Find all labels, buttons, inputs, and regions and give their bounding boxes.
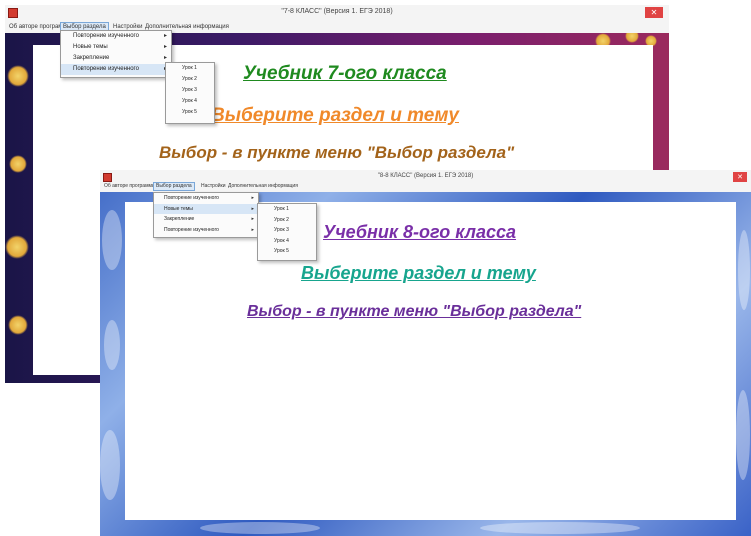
lesson-5[interactable]: Урок 5 [166, 107, 214, 118]
dropdown-item-label: Повторение изученного [73, 66, 139, 72]
dropdown-item-repeat[interactable]: Повторение изученного ▸ [154, 193, 258, 204]
section-dropdown: Повторение изученного ▸ Новые темы ▸ Зак… [60, 30, 172, 78]
ice-texture [104, 320, 120, 370]
dropdown-item-repeat-2[interactable]: Повторение изученного ▸ [154, 225, 258, 236]
headline-hint: Выбор - в пункте меню "Выбор раздела" [247, 303, 582, 320]
dropdown-item-label: Новые темы [73, 44, 108, 50]
dropdown-item-new-topics[interactable]: Новые темы ▸ [61, 42, 171, 53]
dropdown-item-repeat-2[interactable]: Повторение изученного ▸ [61, 64, 171, 75]
close-button[interactable]: ✕ [645, 7, 663, 18]
flower-decoration [7, 65, 29, 87]
dropdown-item-new-topics[interactable]: Новые темы ▸ [154, 203, 258, 214]
lessons-submenu: Урок 1 Урок 2 Урок 3 Урок 4 Урок 5 [165, 62, 215, 124]
headline-choose-section: Выберите раздел и тему [301, 263, 536, 283]
flower-decoration [5, 235, 29, 259]
chevron-right-icon: ▸ [163, 33, 167, 39]
menu-about[interactable]: Об авторе программы [104, 183, 156, 190]
lesson-2[interactable]: Урок 2 [258, 215, 316, 226]
dropdown-item-label: Закрепление [73, 55, 110, 61]
menu-additional-info[interactable]: Дополнительная информация [228, 183, 298, 190]
window-grade8: "8-8 КЛАСС" (Версия 1. ЕГЭ 2018) ✕ Об ав… [100, 170, 751, 536]
ice-texture [736, 390, 750, 480]
section-dropdown: Повторение изученного ▸ Новые темы ▸ Зак… [153, 192, 259, 238]
content-area: Учебник 8-ого класса Выберите раздел и т… [125, 202, 736, 520]
chevron-right-icon: ▸ [251, 205, 254, 212]
lesson-4[interactable]: Урок 4 [258, 236, 316, 247]
title-bar: "7-8 КЛАСС" (Версия 1. ЕГЭ 2018) ✕ [5, 5, 669, 22]
lesson-3[interactable]: Урок 3 [258, 225, 316, 236]
menu-bar: Об авторе программы Выбор раздела Настро… [100, 182, 751, 192]
lessons-submenu: Урок 1 Урок 2 Урок 3 Урок 4 Урок 5 [257, 203, 317, 261]
lesson-2[interactable]: Урок 2 [166, 74, 214, 85]
chevron-right-icon: ▸ [251, 216, 254, 222]
dropdown-item-label: Новые темы [164, 205, 193, 212]
ice-texture [200, 522, 320, 534]
ice-texture [100, 430, 120, 500]
lesson-3[interactable]: Урок 3 [166, 85, 214, 96]
ice-texture [480, 522, 640, 534]
lesson-4[interactable]: Урок 4 [166, 96, 214, 107]
lesson-5[interactable]: Урок 5 [258, 246, 316, 257]
dropdown-item-label: Повторение изученного [164, 226, 219, 233]
menu-settings[interactable]: Настройки [201, 183, 226, 190]
window-title: "8-8 КЛАСС" (Версия 1. ЕГЭ 2018) [377, 173, 474, 179]
close-button[interactable]: ✕ [733, 172, 747, 182]
ice-texture [738, 230, 750, 310]
flower-decoration [9, 155, 27, 173]
flower-decoration [8, 315, 28, 335]
chevron-right-icon: ▸ [163, 44, 167, 50]
ice-texture [102, 210, 122, 270]
lesson-1[interactable]: Урок 1 [258, 204, 316, 215]
dropdown-item-consolidation[interactable]: Закрепление ▸ [154, 214, 258, 225]
headline-hint: Выбор - в пункте меню "Выбор раздела" [159, 143, 515, 162]
dropdown-item-label: Повторение изученного [164, 195, 219, 201]
chevron-right-icon: ▸ [251, 195, 254, 201]
dropdown-item-label: Закрепление [164, 216, 195, 222]
window-title: "7-8 КЛАСС" (Версия 1. ЕГЭ 2018) [281, 8, 393, 15]
dropdown-item-repeat[interactable]: Повторение изученного ▸ [61, 31, 171, 42]
dropdown-item-label: Повторение изученного [73, 33, 139, 39]
chevron-right-icon: ▸ [251, 226, 254, 233]
headline-choose-section: Выберите раздел и тему [211, 105, 459, 126]
dropdown-item-consolidation[interactable]: Закрепление ▸ [61, 53, 171, 64]
lesson-1[interactable]: Урок 1 [166, 63, 214, 74]
menu-select-section[interactable]: Выбор раздела [153, 182, 195, 191]
